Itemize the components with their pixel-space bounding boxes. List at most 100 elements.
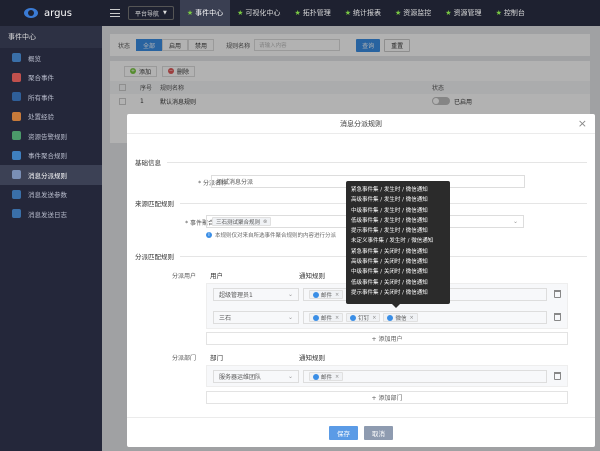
sidebar-item-label: 概览 <box>28 54 41 63</box>
tooltip-line: 高级事件集 / 发生时 / 微信通知 <box>351 197 428 204</box>
user-select[interactable]: 超级管理员1 ⌄ <box>213 288 299 301</box>
dept-notify-column-header: 通知规则 <box>299 354 325 362</box>
close-icon[interactable]: × <box>578 118 587 129</box>
nav-reports[interactable]: ★ 统计报表 <box>338 0 388 26</box>
add-dept-button[interactable]: + 添加部门 <box>206 391 568 404</box>
experience-icon <box>12 111 21 121</box>
tooltip-line: 紧急事件集 / 关闭时 / 微信通知 <box>351 248 428 255</box>
tooltip-line: 低级事件集 / 发生时 / 微信通知 <box>351 217 428 224</box>
sidebar-item-label: 资源告警规则 <box>28 132 67 141</box>
nav-console[interactable]: ★ 控制台 <box>489 0 532 26</box>
wechat-icon <box>387 314 394 321</box>
dispatch-name-value: 测试消息分派 <box>217 179 254 186</box>
tooltip-line: 高级事件集 / 关闭时 / 微信通知 <box>351 259 428 266</box>
sidebar-item-send-params[interactable]: 消息发送参数 <box>0 185 102 205</box>
cancel-button[interactable]: 取消 <box>364 425 393 440</box>
tag-label: 微信 <box>395 315 407 322</box>
sidebar-item-all-events[interactable]: 所有事件 <box>0 87 102 107</box>
tag-remove-icon[interactable]: × <box>335 292 339 298</box>
dispatch-user-label: 分派用户 <box>172 273 197 280</box>
dispatch-rule-icon <box>12 170 21 180</box>
email-icon <box>313 373 319 380</box>
alarm-rule-icon <box>12 131 21 141</box>
chevron-down-icon: ⌄ <box>287 373 293 380</box>
tag-label: 三石测试聚合规则 <box>216 219 261 226</box>
sidebar-item-label: 聚合事件 <box>28 74 54 83</box>
sidebar-item-send-log[interactable]: 消息发送日志 <box>0 204 102 224</box>
nav-label: 控制台 <box>503 9 525 17</box>
trash-icon[interactable] <box>554 313 561 321</box>
nav-event-center[interactable]: ★ 事件中心 <box>179 0 231 26</box>
dept-name: 服务器运维团队 <box>219 374 262 381</box>
trash-icon[interactable] <box>554 290 561 298</box>
modal-header: 消息分派规则 × <box>127 114 595 134</box>
sidebar-item-aggregate-events[interactable]: 聚合事件 <box>0 68 102 88</box>
tag-remove-icon[interactable]: × <box>372 315 376 321</box>
dept-notify-rule-select[interactable]: 邮件 × <box>303 370 547 383</box>
notify-tag-email: 邮件 × <box>309 313 344 322</box>
save-button[interactable]: 保存 <box>329 425 358 440</box>
sidebar-item-label: 消息发送参数 <box>28 191 67 200</box>
tag-remove-icon[interactable]: × <box>409 315 413 321</box>
sidebar-item-aggregate-rules[interactable]: 事件聚合规则 <box>0 146 102 166</box>
aggregate-hint: i 本规则仅对来自所选事件聚合规则的内容进行分派 <box>206 231 336 239</box>
user-name: 三石 <box>219 315 232 322</box>
sidebar-item-alarm-rules[interactable]: 资源告警规则 <box>0 126 102 146</box>
notify-tag-email: 邮件 × <box>309 290 344 299</box>
sidebar-item-overview[interactable]: 概览 <box>0 48 102 68</box>
sidebar-header[interactable]: 事件中心 <box>0 26 102 48</box>
top-bar: argus 平台导航 ▼ ★ 事件中心 ★ 可视化中心 ★ 拓扑管理 ★ 统计报表 ★ 资… <box>0 0 600 26</box>
email-icon <box>313 291 319 298</box>
email-icon <box>313 314 319 321</box>
add-user-button[interactable]: + 添加用户 <box>206 332 568 345</box>
tooltip-line: 提示事件集 / 发生时 / 微信通知 <box>351 228 428 235</box>
modal-title: 消息分派规则 <box>340 119 382 128</box>
notify-rule-tooltip: 紧急事件集 / 发生时 / 微信通知 高级事件集 / 发生时 / 微信通知 中级… <box>346 181 450 308</box>
send-param-icon <box>12 189 21 199</box>
tooltip-line: 中级事件集 / 关闭时 / 微信通知 <box>351 269 428 276</box>
nav-label: 资源管理 <box>453 9 482 17</box>
chevron-down-icon: ⌄ <box>512 218 518 225</box>
sidebar-item-label: 处置经验 <box>28 113 54 122</box>
send-log-icon <box>12 209 21 219</box>
nav-label: 资源监控 <box>403 9 432 17</box>
sidebar-item-dispatch-rules[interactable]: 消息分派规则 <box>0 165 102 185</box>
nav-resource-monitor[interactable]: ★ 资源监控 <box>388 0 438 26</box>
tag-label: 邮件 <box>321 315 333 322</box>
menu-toggle-icon[interactable] <box>110 9 120 17</box>
app-logo[interactable]: argus <box>0 0 102 26</box>
nav-label: 统计报表 <box>353 9 381 17</box>
star-icon: ★ <box>495 9 502 17</box>
nav-label: 可视化中心 <box>245 9 281 17</box>
nav-visual-center[interactable]: ★ 可视化中心 <box>230 0 287 26</box>
notify-rule-select[interactable]: 邮件 × 钉钉 × 微信 × <box>303 311 547 324</box>
dispatch-dept-label: 分派部门 <box>172 355 197 362</box>
star-icon: ★ <box>395 9 402 17</box>
aggregate-rule-tag: 三石测试聚合规则 ⊗ <box>212 217 272 226</box>
star-icon: ★ <box>294 9 301 17</box>
section-title: 分派匹配规则 <box>135 253 174 261</box>
tag-remove-icon[interactable]: × <box>335 315 339 321</box>
notify-tag-wechat[interactable]: 微信 × <box>383 313 418 322</box>
platform-select-label: 平台导航 <box>135 10 160 18</box>
nav-resource-manage[interactable]: ★ 资源管理 <box>438 0 488 26</box>
dept-column-header: 部门 <box>210 354 223 362</box>
tag-label: 钉钉 <box>358 315 370 322</box>
notify-tag-email: 邮件 × <box>309 372 344 381</box>
sidebar-item-experience[interactable]: 处置经验 <box>0 107 102 127</box>
tag-remove-icon[interactable]: ⊗ <box>263 219 267 225</box>
tag-remove-icon[interactable]: × <box>335 374 339 380</box>
dept-select[interactable]: 服务器运维团队 ⌄ <box>213 370 299 383</box>
tooltip-line: 低级事件集 / 关闭时 / 微信通知 <box>351 279 428 286</box>
star-icon: ★ <box>186 9 194 17</box>
tooltip-line: 未定义事件集 / 发生时 / 微信通知 <box>351 238 434 245</box>
chevron-down-icon: ▼ <box>163 10 167 16</box>
platform-select[interactable]: 平台导航 ▼ <box>128 6 174 20</box>
star-icon: ★ <box>237 9 244 17</box>
trash-icon[interactable] <box>554 372 561 380</box>
user-select[interactable]: 三石 ⌄ <box>213 311 299 324</box>
nav-topology[interactable]: ★ 拓扑管理 <box>287 0 337 26</box>
app-name: argus <box>44 7 72 19</box>
sidebar-item-label: 事件聚合规则 <box>28 152 67 161</box>
chevron-down-icon: ⌄ <box>287 291 293 298</box>
